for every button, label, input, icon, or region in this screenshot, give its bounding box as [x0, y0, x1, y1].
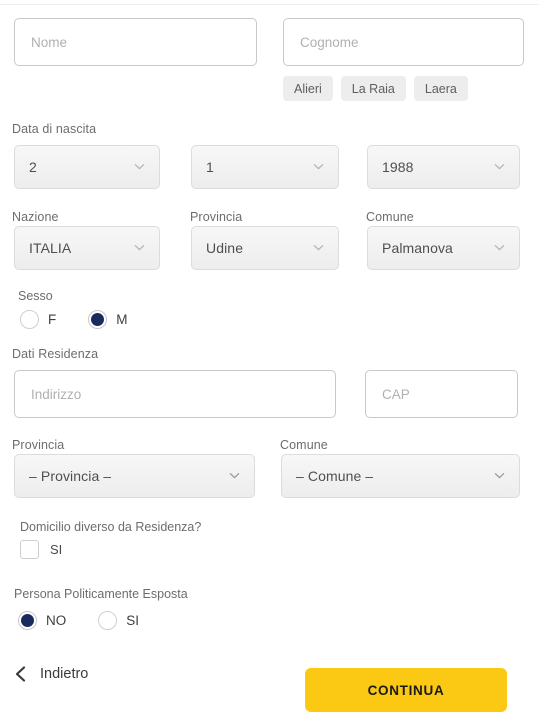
residence-municipality-label: Comune — [280, 438, 328, 452]
residence-province-value: – Provincia – — [29, 468, 112, 484]
continue-button[interactable]: CONTINUA — [305, 668, 507, 712]
birth-day-value: 2 — [29, 159, 37, 175]
birth-municipality-label: Comune — [366, 210, 414, 224]
zip-input[interactable] — [365, 370, 518, 418]
gender-option-m-label: M — [116, 312, 128, 327]
birth-month-value: 1 — [206, 159, 214, 175]
last-name-input[interactable] — [283, 18, 524, 66]
gender-label: Sesso — [18, 289, 53, 303]
birth-municipality-value: Palmanova — [382, 240, 453, 256]
birth-nation-label: Nazione — [12, 210, 59, 224]
address-input[interactable] — [14, 370, 336, 418]
radio-circle-selected-icon[interactable] — [18, 611, 37, 630]
chevron-down-icon — [134, 242, 145, 253]
domicile-checkbox-label: SI — [50, 542, 63, 557]
gender-option-f-label: F — [48, 312, 57, 327]
radio-circle-icon[interactable] — [20, 310, 39, 329]
birth-municipality-select[interactable]: Palmanova — [367, 226, 520, 270]
radio-circle-selected-icon[interactable] — [88, 310, 108, 329]
chevron-down-icon — [313, 161, 324, 172]
gender-option-f[interactable]: F — [20, 310, 56, 329]
birth-nation-select[interactable]: ITALIA — [14, 226, 160, 270]
chevron-down-icon — [134, 161, 145, 172]
suggestion-chip[interactable]: Alieri — [283, 76, 333, 101]
birth-year-value: 1988 — [382, 159, 414, 175]
surname-suggestions: Alieri La Raia Laera — [283, 76, 468, 101]
birth-day-select[interactable]: 2 — [14, 145, 160, 189]
domicile-checkbox[interactable] — [20, 540, 39, 559]
chevron-left-icon — [12, 664, 28, 684]
pep-option-no-label: NO — [46, 613, 67, 628]
chevron-down-icon — [494, 470, 505, 481]
gender-radio-group: F M — [20, 310, 128, 329]
chevron-down-icon — [313, 242, 324, 253]
back-button[interactable]: Indietro — [12, 664, 88, 684]
chevron-down-icon — [229, 470, 240, 481]
residence-municipality-value: – Comune – — [296, 468, 374, 484]
pep-option-si-label: SI — [126, 613, 140, 628]
residence-section-label: Dati Residenza — [12, 347, 99, 361]
birth-year-select[interactable]: 1988 — [367, 145, 520, 189]
first-name-input[interactable] — [14, 18, 257, 66]
birth-date-label: Data di nascita — [12, 122, 97, 136]
chevron-down-icon — [494, 161, 505, 172]
pep-radio-group: NO SI — [18, 611, 139, 630]
birth-province-value: Udine — [206, 240, 244, 256]
birth-month-select[interactable]: 1 — [191, 145, 339, 189]
birth-province-label: Provincia — [190, 210, 243, 224]
birth-province-select[interactable]: Udine — [191, 226, 339, 270]
domicile-checkbox-row[interactable]: SI — [20, 540, 62, 559]
radio-circle-icon[interactable] — [98, 611, 118, 630]
top-divider — [0, 4, 539, 5]
pep-option-no[interactable]: NO — [18, 611, 66, 630]
residence-province-select[interactable]: – Provincia – — [14, 454, 255, 498]
pep-option-si[interactable]: SI — [98, 611, 139, 630]
suggestion-chip[interactable]: Laera — [413, 76, 468, 101]
birth-nation-value: ITALIA — [29, 240, 72, 256]
gender-option-m[interactable]: M — [88, 310, 128, 329]
back-button-label: Indietro — [40, 666, 89, 682]
domicile-question-label: Domicilio diverso da Residenza? — [20, 520, 202, 534]
registration-form-page: Alieri La Raia Laera Data di nascita 2 1… — [0, 0, 539, 723]
chevron-down-icon — [494, 242, 505, 253]
pep-question-label: Persona Politicamente Esposta — [14, 587, 188, 601]
residence-municipality-select[interactable]: – Comune – — [281, 454, 520, 498]
residence-province-label: Provincia — [12, 438, 65, 452]
suggestion-chip[interactable]: La Raia — [340, 76, 406, 101]
